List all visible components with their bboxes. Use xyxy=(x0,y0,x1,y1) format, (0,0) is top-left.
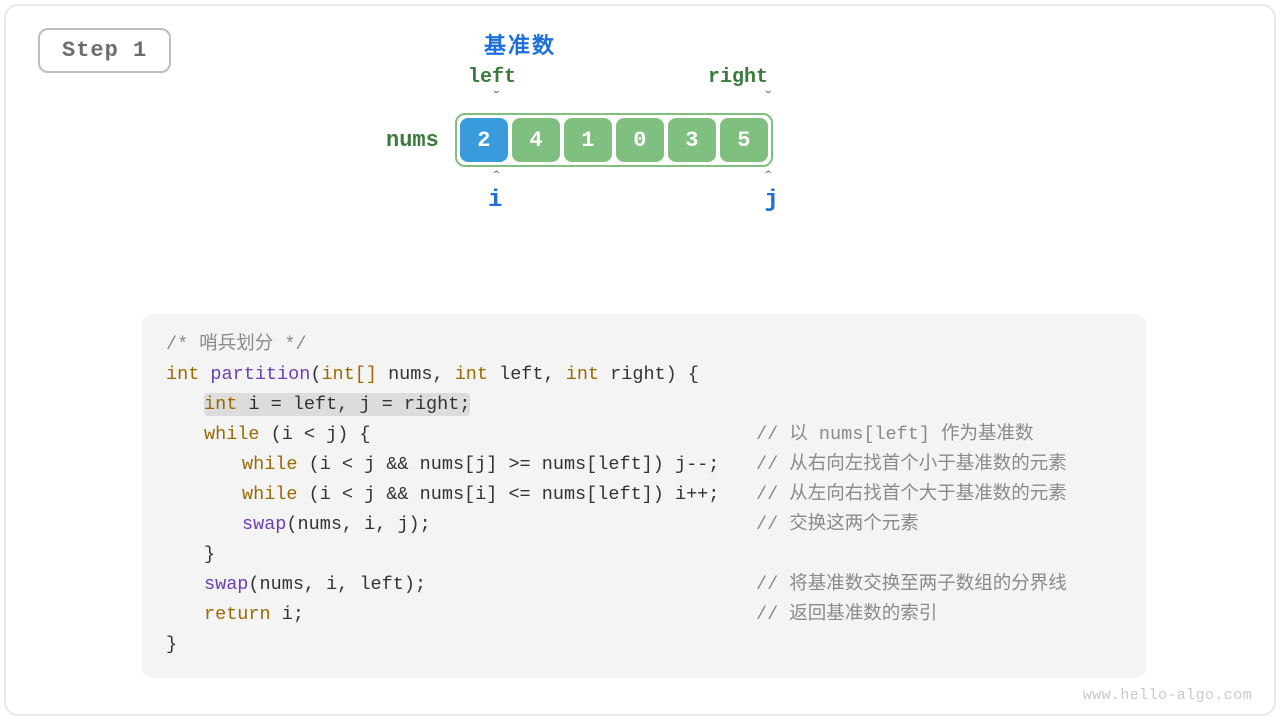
left-label: left xyxy=(468,66,516,89)
nums-row: nums 2 4 1 0 3 5 xyxy=(386,113,886,167)
code-line-8: swap(nums, i, left);// 将基准数交换至两子数组的分界线 xyxy=(166,570,1122,600)
left-right-labels: left right xyxy=(468,66,886,89)
code-line-2: int i = left, j = right; xyxy=(166,390,1122,420)
array-cell-3: 0 xyxy=(616,118,664,162)
code-line-7: } xyxy=(166,540,1122,570)
array-cell-2: 1 xyxy=(564,118,612,162)
array-diagram: 基准数 left right ˇ ˇ nums 2 4 1 0 3 5 ˆ ˆ … xyxy=(386,28,886,214)
diagram-container: Step 1 基准数 left right ˇ ˇ nums 2 4 1 0 3… xyxy=(4,4,1276,716)
code-line-3: while (i < j) {// 以 nums[left] 作为基准数 xyxy=(166,420,1122,450)
code-line-10: } xyxy=(166,630,1122,660)
array-cell-1: 4 xyxy=(512,118,560,162)
code-line-1: int partition(int[] nums, int left, int … xyxy=(166,360,1122,390)
array-cell-4: 3 xyxy=(668,118,716,162)
nums-label: nums xyxy=(386,128,439,153)
step-badge: Step 1 xyxy=(38,28,171,73)
code-line-6: swap(nums, i, j);// 交换这两个元素 xyxy=(166,510,1122,540)
ij-labels: i j xyxy=(488,187,886,214)
right-label: right xyxy=(708,66,768,89)
code-line-0: /* 哨兵划分 */ xyxy=(166,330,1122,360)
array-cell-5: 5 xyxy=(720,118,768,162)
arrow-down-left: ˇ xyxy=(491,93,502,107)
down-arrows: ˇ ˇ xyxy=(491,93,886,107)
pivot-label: 基准数 xyxy=(484,28,886,60)
arrow-down-right: ˇ xyxy=(763,93,774,107)
code-line-5: while (i < j && nums[i] <= nums[left]) i… xyxy=(166,480,1122,510)
arrow-up-j: ˆ xyxy=(763,173,774,187)
j-label: j xyxy=(764,187,778,214)
up-arrows: ˆ ˆ xyxy=(491,173,886,187)
arrow-up-i: ˆ xyxy=(491,173,502,187)
code-line-4: while (i < j && nums[j] >= nums[left]) j… xyxy=(166,450,1122,480)
code-line-9: return i;// 返回基准数的索引 xyxy=(166,600,1122,630)
code-block: /* 哨兵划分 */ int partition(int[] nums, int… xyxy=(142,314,1146,678)
watermark: www.hello-algo.com xyxy=(1083,687,1252,704)
i-label: i xyxy=(488,187,502,214)
array-cell-0: 2 xyxy=(460,118,508,162)
array-wrap: 2 4 1 0 3 5 xyxy=(455,113,773,167)
